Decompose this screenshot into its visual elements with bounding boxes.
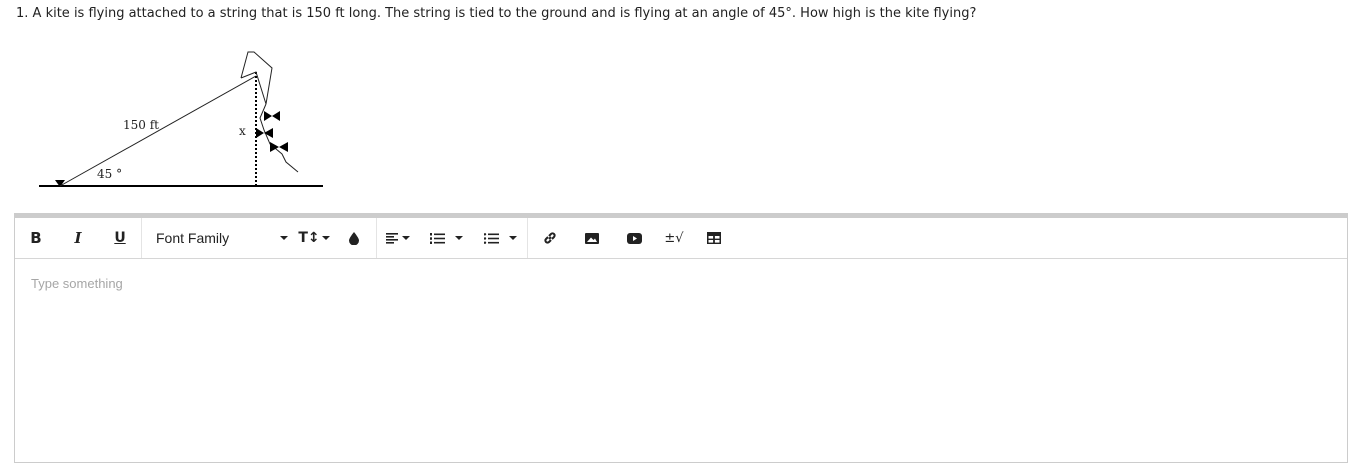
chevron-down-icon [508, 236, 517, 240]
chevron-down-icon [454, 236, 463, 240]
font-group: Font Family T↕ [142, 218, 372, 258]
paragraph-group [377, 218, 527, 258]
video-icon [626, 232, 642, 244]
editor-placeholder: Type something [31, 276, 123, 291]
insert-math-button[interactable]: ±√ [656, 218, 692, 258]
font-size-icon: T↕ [298, 230, 320, 246]
bullet-list-dropdown[interactable] [473, 218, 527, 258]
editor-toolbar: B I U Font Family T↕ ±√ [15, 218, 1347, 259]
color-drop-icon [349, 231, 359, 245]
link-icon [544, 232, 556, 244]
kite-diagram: 150 ft 45 ° x [39, 51, 323, 187]
tail-bow-1 [264, 111, 280, 121]
ordered-list-icon [429, 232, 445, 244]
text-format-group: B I U [15, 218, 141, 258]
editor-content-area[interactable] [15, 259, 1347, 462]
text-color-button[interactable] [336, 218, 372, 258]
insert-video-button[interactable] [612, 218, 656, 258]
question-number: 1. [16, 6, 29, 21]
underline-button[interactable]: U [99, 218, 141, 258]
question-body: A kite is flying attached to a string th… [32, 6, 977, 21]
align-dropdown[interactable] [377, 218, 419, 258]
italic-button[interactable]: I [57, 218, 99, 258]
rich-text-editor: B I U Font Family T↕ ±√ Type something [14, 213, 1348, 463]
chevron-down-icon [321, 236, 330, 240]
question-text: 1. A kite is flying attached to a string… [16, 6, 976, 21]
tail-bow-3 [270, 142, 288, 152]
font-family-label: Font Family [156, 230, 230, 246]
insert-image-button[interactable] [572, 218, 612, 258]
height-label: x [239, 124, 246, 138]
font-size-dropdown[interactable]: T↕ [292, 218, 336, 258]
tail-bow-2 [256, 128, 273, 138]
table-icon [707, 232, 721, 244]
insert-group: ±√ [528, 218, 736, 258]
hyp-label: 150 ft [123, 118, 159, 132]
angle-label: 45 ° [97, 167, 122, 181]
bold-button[interactable]: B [15, 218, 57, 258]
ordered-list-dropdown[interactable] [419, 218, 473, 258]
bullet-list-icon [483, 232, 499, 244]
chevron-down-icon [402, 236, 410, 240]
insert-link-button[interactable] [528, 218, 572, 258]
image-icon [585, 232, 599, 244]
align-left-icon [386, 232, 398, 244]
chevron-down-icon [280, 236, 288, 240]
font-family-dropdown[interactable]: Font Family [142, 218, 292, 258]
insert-table-button[interactable] [692, 218, 736, 258]
